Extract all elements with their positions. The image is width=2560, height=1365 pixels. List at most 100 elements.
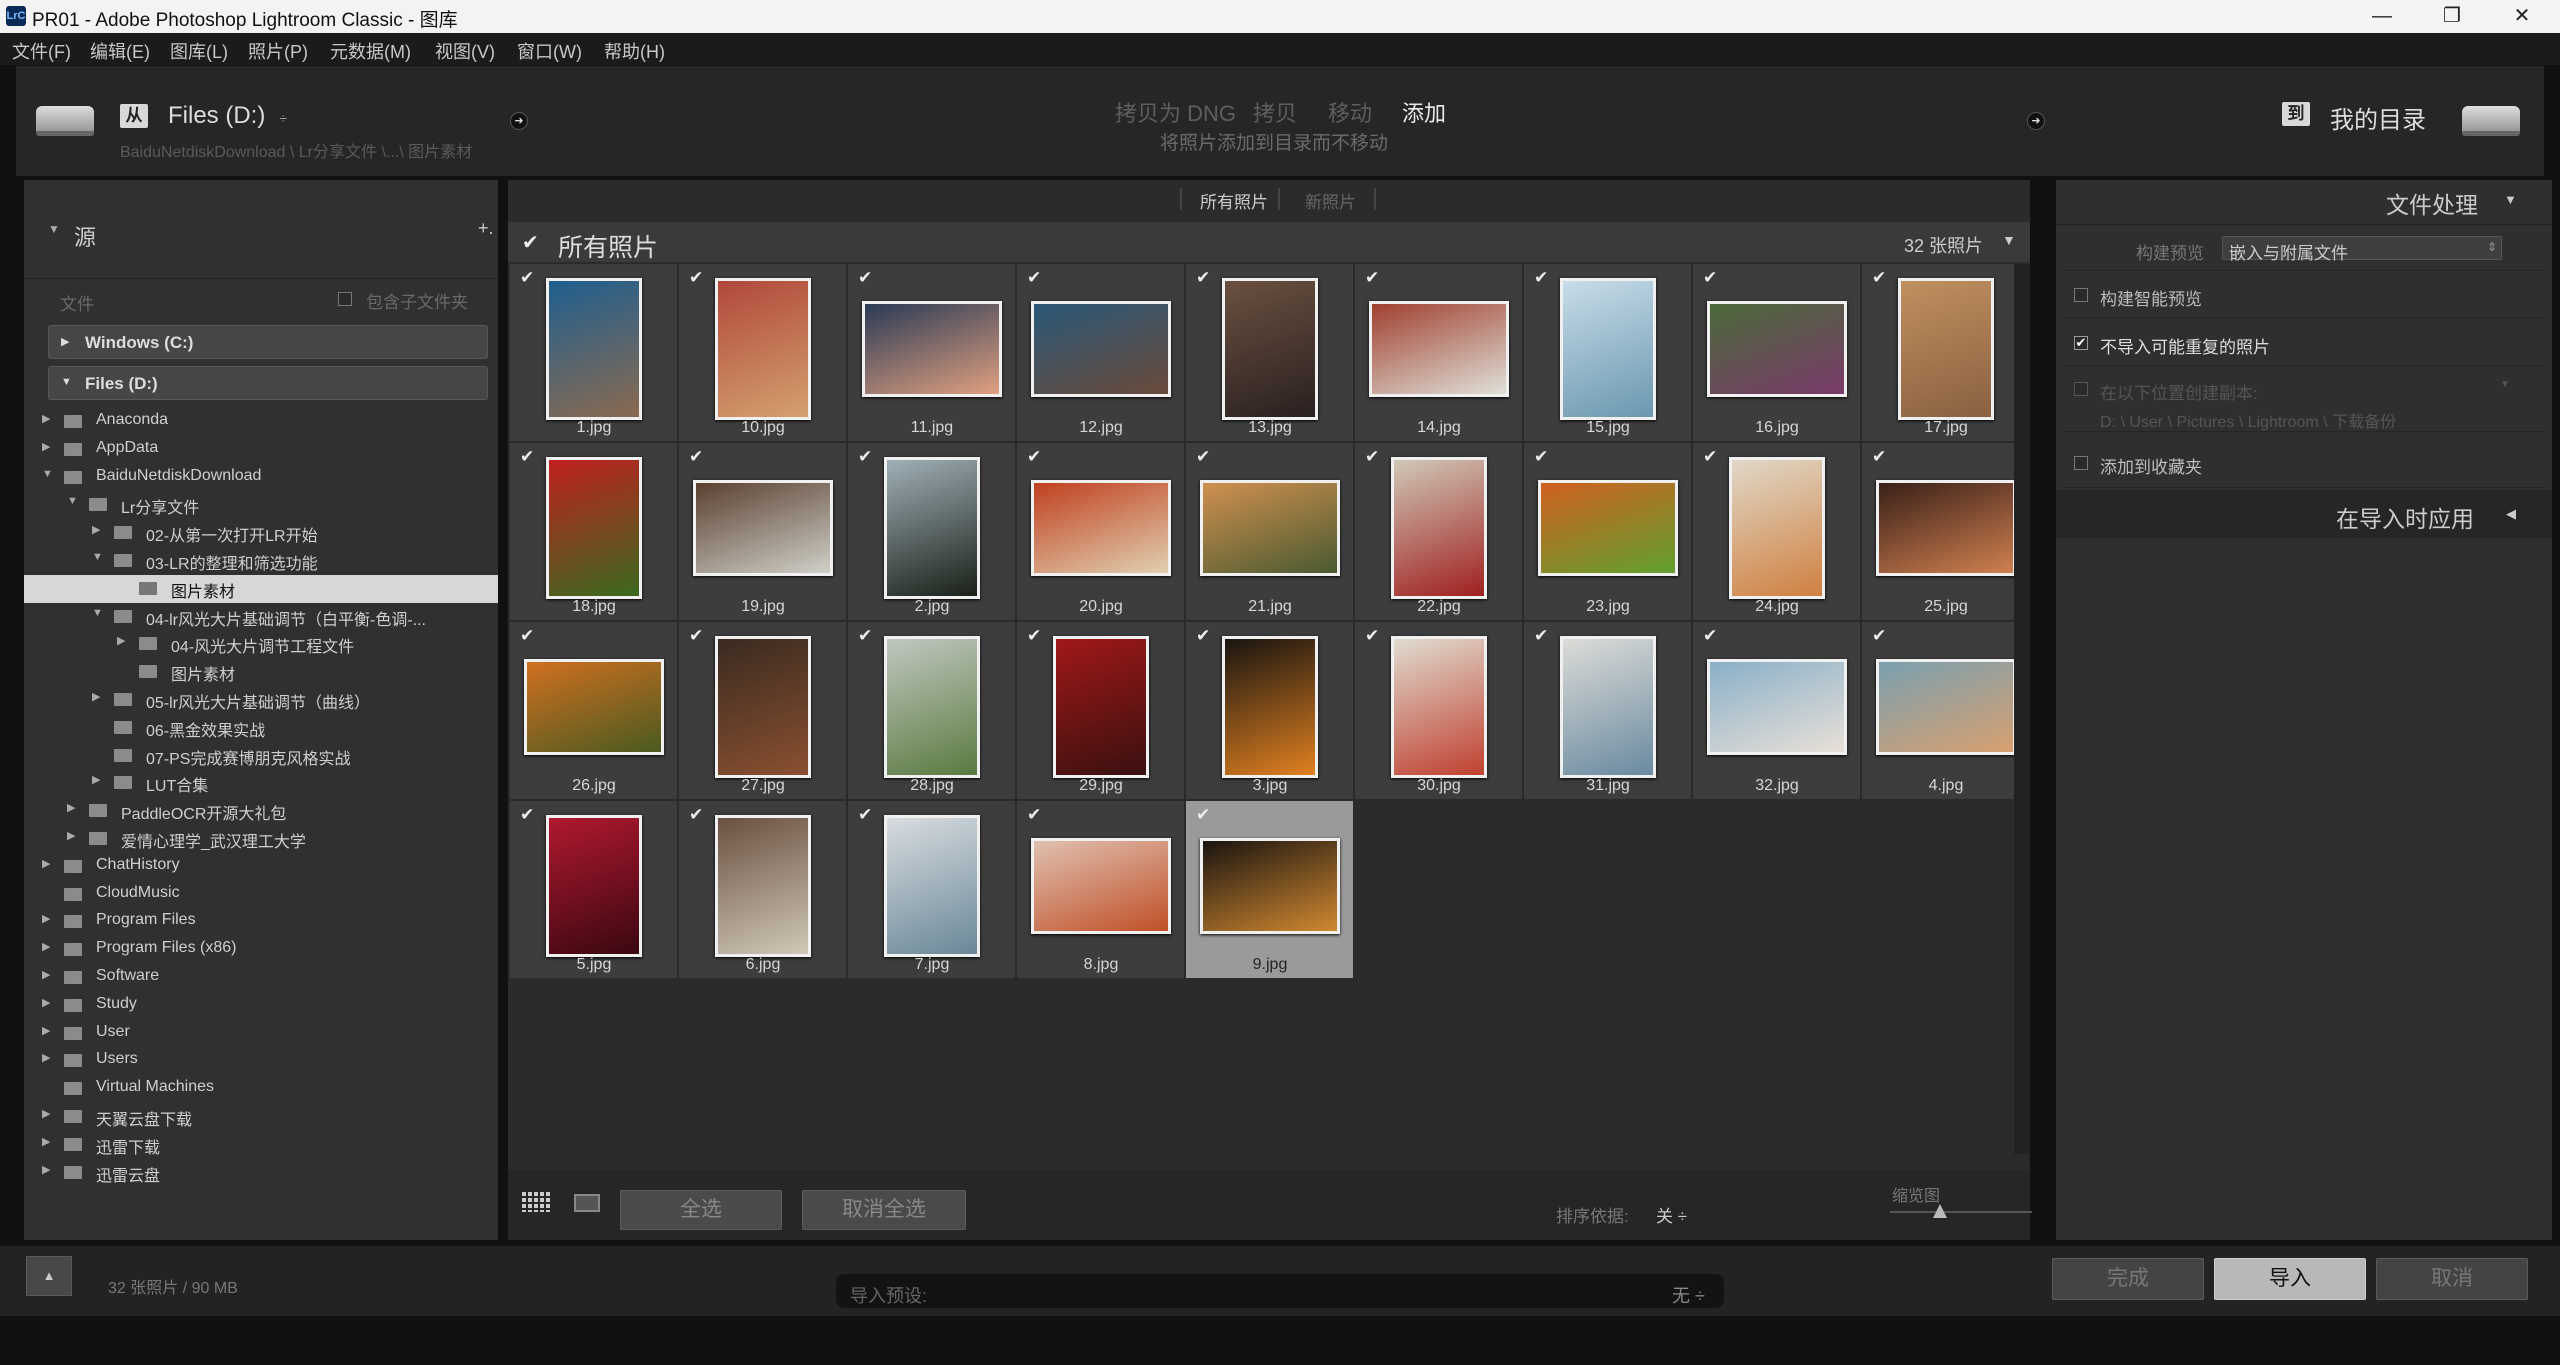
photo-thumbnail-cell[interactable]: ✔ 4.jpg <box>1862 622 2030 800</box>
import-preset-bar[interactable]: 导入预设: 无 ÷ <box>836 1274 1724 1308</box>
collapse-triangle-icon[interactable]: ▼ <box>42 468 53 480</box>
tab-new-photos[interactable]: 新照片 <box>1305 188 1356 213</box>
include-checkbox[interactable]: ✔ <box>1872 269 1890 287</box>
expand-triangle-icon[interactable]: ▶ <box>42 1163 50 1176</box>
tab-add[interactable]: 添加 <box>1402 96 1446 128</box>
expand-triangle-icon[interactable]: ▶ <box>42 1107 50 1120</box>
photo-thumbnail-cell[interactable]: ✔ 32.jpg <box>1693 622 1861 800</box>
include-checkbox[interactable]: ✔ <box>689 806 707 824</box>
expand-triangle-icon[interactable]: ▶ <box>67 801 75 814</box>
include-checkbox[interactable]: ✔ <box>858 806 876 824</box>
folder-item[interactable]: ▶ 爱情心理学_武汉理工大学 <box>40 825 498 853</box>
add-to-collection-checkbox[interactable] <box>2074 456 2088 470</box>
photo-thumbnail-cell[interactable]: ✔ 7.jpg <box>848 801 1016 979</box>
photo-thumbnail-cell[interactable]: ✔ 13.jpg <box>1186 264 1354 442</box>
menu-library[interactable]: 图库(L) <box>170 38 228 64</box>
folder-item[interactable]: ▶ PaddleOCR开源大礼包 <box>40 797 498 825</box>
include-checkbox[interactable]: ✔ <box>1703 269 1721 287</box>
photo-thumbnail-cell[interactable]: ✔ 30.jpg <box>1355 622 1523 800</box>
folder-item[interactable]: ▶ 04-风光大片调节工程文件 <box>40 630 498 658</box>
photo-thumbnail-cell[interactable]: ✔ 12.jpg <box>1017 264 1185 442</box>
folder-item[interactable]: ▶ 天翼云盘下载 <box>40 1103 498 1131</box>
photo-thumbnail-cell[interactable]: ✔ 15.jpg <box>1524 264 1692 442</box>
expand-triangle-icon[interactable]: ▶ <box>42 857 50 870</box>
folder-item[interactable]: ▶ 05-lr风光大片基础调节（曲线） <box>40 686 498 714</box>
folder-item[interactable]: ▶ Program Files <box>40 908 498 936</box>
folder-item[interactable]: 图片素材 <box>40 658 498 686</box>
collapse-options-button[interactable]: ▲ <box>26 1256 72 1296</box>
minimize-button[interactable]: — <box>2342 0 2422 33</box>
thumbnail-size-slider[interactable] <box>1890 1211 2032 1213</box>
volume-files-d[interactable]: ▼ Files (D:) <box>48 366 488 400</box>
folder-item[interactable]: ▶ Users <box>40 1047 498 1075</box>
photo-thumbnail-cell[interactable]: ✔ 28.jpg <box>848 622 1016 800</box>
photo-thumbnail-cell[interactable]: ✔ 25.jpg <box>1862 443 2030 621</box>
include-checkbox[interactable]: ✔ <box>1872 448 1890 466</box>
expand-triangle-icon[interactable]: ▶ <box>42 440 50 453</box>
photo-thumbnail-cell[interactable]: ✔ 6.jpg <box>679 801 847 979</box>
volume-windows-c[interactable]: ▶ Windows (C:) <box>48 325 488 359</box>
folder-item[interactable]: ▶ Software <box>40 964 498 992</box>
photo-thumbnail-cell[interactable]: ✔ 18.jpg <box>510 443 678 621</box>
expand-triangle-icon[interactable]: ▶ <box>67 829 75 842</box>
import-preset-dropdown[interactable]: 无 ÷ <box>1672 1282 1705 1308</box>
loupe-view-icon[interactable] <box>574 1194 600 1212</box>
collapse-triangle-icon[interactable]: ▼ <box>92 551 103 563</box>
expand-triangle-icon[interactable]: ▶ <box>42 912 50 925</box>
folder-item[interactable]: ▶ Study <box>40 992 498 1020</box>
include-checkbox[interactable]: ✔ <box>1027 269 1045 287</box>
photo-thumbnail-cell[interactable]: ✔ 23.jpg <box>1524 443 1692 621</box>
include-checkbox[interactable]: ✔ <box>1027 806 1045 824</box>
apply-during-import-header[interactable]: 在导入时应用 ◀ <box>2056 490 2552 538</box>
include-checkbox[interactable]: ✔ <box>1196 269 1214 287</box>
folder-item[interactable]: ▶ 迅雷云盘 <box>40 1159 498 1187</box>
include-checkbox[interactable]: ✔ <box>689 627 707 645</box>
photo-thumbnail-cell[interactable]: ✔ 16.jpg <box>1693 264 1861 442</box>
expand-triangle-icon[interactable]: ▶ <box>42 1051 50 1064</box>
menu-help[interactable]: 帮助(H) <box>604 38 665 64</box>
done-button[interactable]: 完成 <box>2052 1258 2204 1300</box>
photo-thumbnail-cell[interactable]: ✔ 1.jpg <box>510 264 678 442</box>
folder-item[interactable]: ▶ User <box>40 1020 498 1048</box>
include-checkbox[interactable]: ✔ <box>1365 448 1383 466</box>
tab-move[interactable]: 移动 <box>1328 96 1372 128</box>
include-checkbox[interactable]: ✔ <box>689 269 707 287</box>
include-checkbox[interactable]: ✔ <box>1196 806 1214 824</box>
slider-knob[interactable] <box>1932 1204 1947 1218</box>
folder-item[interactable]: ▶ ChatHistory <box>40 853 498 881</box>
folder-item[interactable]: ▶ 02-从第一次打开LR开始 <box>40 519 498 547</box>
no-duplicates-checkbox[interactable]: ✔ <box>2074 336 2088 350</box>
collapse-triangle-icon[interactable]: ▼ <box>48 222 60 236</box>
grid-view-icon[interactable] <box>522 1192 550 1212</box>
folder-item[interactable]: 07-PS完成赛博朋克风格实战 <box>40 742 498 770</box>
expand-triangle-icon[interactable]: ▶ <box>42 940 50 953</box>
include-checkbox[interactable]: ✔ <box>1534 269 1552 287</box>
expand-triangle-icon[interactable]: ▶ <box>92 773 100 786</box>
select-all-checkbox[interactable]: ✔ <box>522 230 539 255</box>
include-checkbox[interactable]: ✔ <box>1534 627 1552 645</box>
photo-thumbnail-cell[interactable]: ✔ 26.jpg <box>510 622 678 800</box>
photo-thumbnail-cell[interactable]: ✔ 2.jpg <box>848 443 1016 621</box>
photo-thumbnail-cell[interactable]: ✔ 27.jpg <box>679 622 847 800</box>
tab-all-photos[interactable]: 所有照片 <box>1200 188 1268 213</box>
folder-item[interactable]: Virtual Machines <box>40 1075 498 1103</box>
folder-item[interactable]: ▼ 04-lr风光大片基础调节（白平衡-色调-... <box>40 603 498 631</box>
menu-metadata[interactable]: 元数据(M) <box>330 38 411 64</box>
source-path[interactable]: BaiduNetdiskDownload \ Lr分享文件 \...\ 图片素材 <box>120 138 472 162</box>
include-checkbox[interactable]: ✔ <box>689 448 707 466</box>
expand-triangle-icon[interactable]: ▶ <box>42 968 50 981</box>
photo-thumbnail-cell[interactable]: ✔ 20.jpg <box>1017 443 1185 621</box>
menu-view[interactable]: 视图(V) <box>435 38 495 64</box>
folder-item[interactable]: ▶ Program Files (x86) <box>40 936 498 964</box>
photo-thumbnail-cell[interactable]: ✔ 11.jpg <box>848 264 1016 442</box>
menu-file[interactable]: 文件(F) <box>12 38 71 64</box>
include-checkbox[interactable]: ✔ <box>520 269 538 287</box>
include-checkbox[interactable]: ✔ <box>520 627 538 645</box>
expand-triangle-icon[interactable]: ▶ <box>42 1135 50 1148</box>
import-button[interactable]: 导入 <box>2214 1258 2366 1300</box>
include-checkbox[interactable]: ✔ <box>1703 627 1721 645</box>
include-checkbox[interactable]: ✔ <box>858 448 876 466</box>
include-checkbox[interactable]: ✔ <box>1365 269 1383 287</box>
folder-item[interactable]: ▼ 03-LR的整理和筛选功能 <box>40 547 498 575</box>
folder-item[interactable]: ▼ Lr分享文件 <box>40 491 498 519</box>
